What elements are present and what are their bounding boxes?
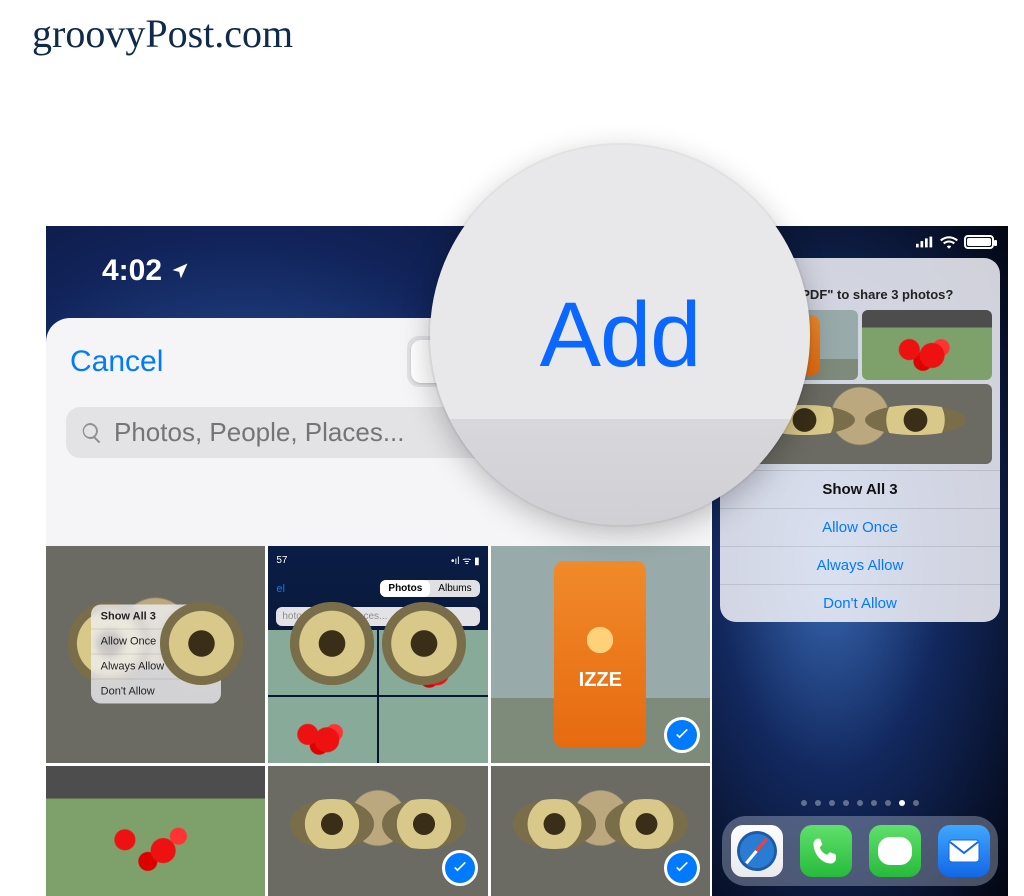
photo-thumb[interactable] [268, 766, 487, 896]
mini-menu-alwaysallow[interactable]: Always Allow [91, 654, 221, 679]
izze-brand: IZZE [579, 669, 622, 692]
dock [722, 816, 998, 886]
checkmark-icon [442, 850, 478, 886]
photo-thumb[interactable] [46, 766, 265, 896]
photo-thumb[interactable] [491, 766, 710, 896]
mini-seg-albums: Albums [430, 580, 479, 597]
privacy-mini-menu: Show All 3 Allow Once Always Allow Don't… [91, 605, 221, 704]
add-button-label[interactable]: Add [540, 283, 701, 388]
checkmark-icon [664, 850, 700, 886]
mini-time: 57 [276, 555, 287, 566]
mini-menu-allowonce[interactable]: Allow Once [91, 629, 221, 654]
search-icon [80, 421, 104, 445]
photo-grid: Show All 3 Allow Once Always Allow Don't… [46, 546, 710, 896]
status-time: 4:02 [102, 254, 162, 288]
page-indicator [801, 792, 919, 812]
status-bar-left: 4:02 [102, 254, 190, 288]
messages-app-icon[interactable] [869, 825, 921, 877]
mini-cancel: el [276, 583, 285, 595]
safari-app-icon[interactable] [731, 825, 783, 877]
magnified-add-button: Add [430, 145, 810, 525]
signal-icon [916, 236, 934, 248]
photo-thumb[interactable]: IZZE [491, 546, 710, 763]
phone-app-icon[interactable] [800, 825, 852, 877]
photo-thumb[interactable]: 57 •ıl ᯤ ▮ el Photos Albums hotos, Peopl… [268, 546, 487, 763]
site-watermark: groovyPost.com [32, 10, 293, 57]
location-icon [170, 261, 190, 281]
mail-app-icon[interactable] [938, 825, 990, 877]
mini-menu-showall[interactable]: Show All 3 [91, 605, 221, 629]
mini-seg-photos: Photos [380, 580, 430, 597]
always-allow-button[interactable]: Always Allow [720, 546, 1000, 584]
battery-icon [964, 235, 994, 249]
dont-allow-button[interactable]: Don't Allow [720, 584, 1000, 622]
photo-thumb[interactable]: Show All 3 Allow Once Always Allow Don't… [46, 546, 265, 763]
wifi-icon [940, 235, 958, 249]
checkmark-icon [664, 717, 700, 753]
mini-menu-dontallow[interactable]: Don't Allow [91, 679, 221, 704]
cancel-button[interactable]: Cancel [70, 345, 163, 379]
mini-status-icons: •ıl ᯤ ▮ [451, 553, 480, 567]
privacy-thumb [862, 310, 992, 380]
